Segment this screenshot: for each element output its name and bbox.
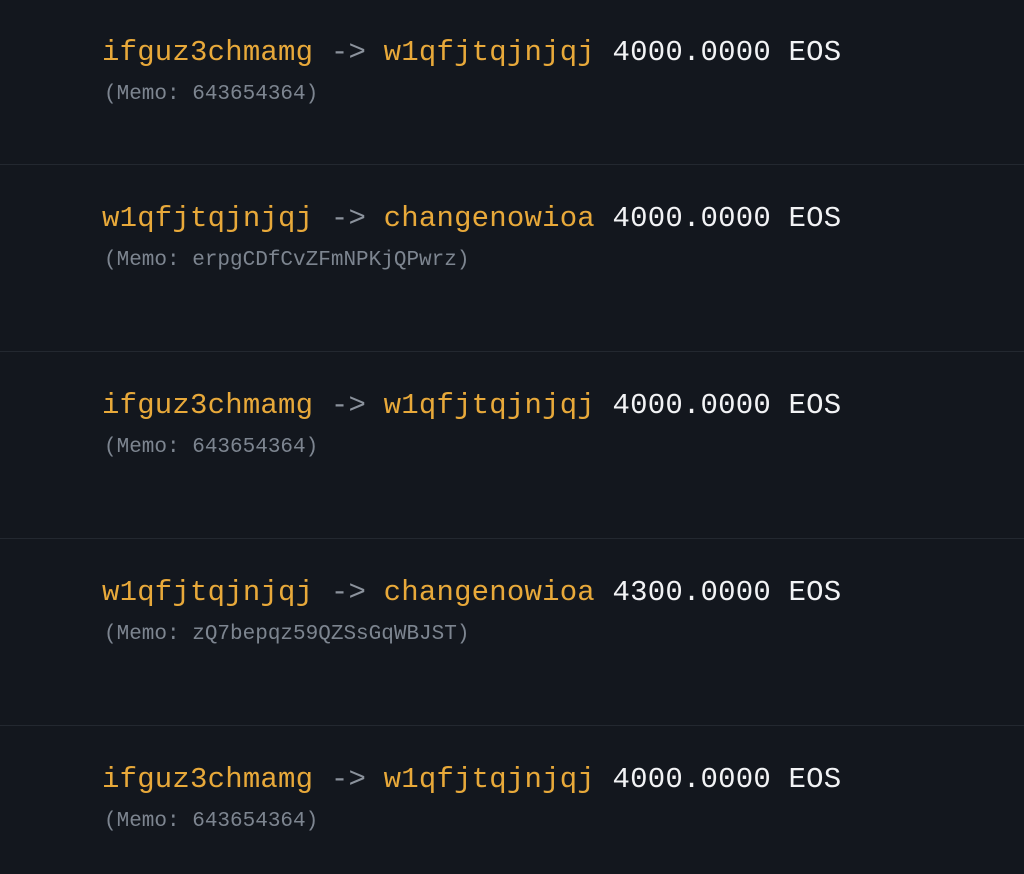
transfer-memo: (Memo: erpgCDfCvZFmNPKjQPwrz) xyxy=(104,249,470,272)
transaction-row: w1qfjtqjnjqj -> changenowioa 4300.0000 E… xyxy=(0,538,1024,724)
transfer-arrow: -> xyxy=(330,389,367,422)
transfer-memo: (Memo: 643654364) xyxy=(104,83,319,106)
sender-account[interactable]: ifguz3chmamg xyxy=(102,389,313,422)
transaction-row: ifguz3chmamg -> w1qfjtqjnjqj 4000.0000 E… xyxy=(0,0,1024,185)
transaction-row: ifguz3chmamg -> w1qfjtqjnjqj 4000.0000 E… xyxy=(0,725,1024,874)
transfer-line: ifguz3chmamg -> w1qfjtqjnjqj 4000.0000 E… xyxy=(102,762,841,798)
transaction-row: w1qfjtqjnjqj -> changenowioa 4000.0000 E… xyxy=(0,164,1024,350)
transaction-list: ifguz3chmamg -> w1qfjtqjnjqj 4000.0000 E… xyxy=(0,0,1024,874)
transfer-memo: (Memo: zQ7bepqz59QZSsGqWBJST) xyxy=(104,623,470,646)
sender-account[interactable]: w1qfjtqjnjqj xyxy=(102,576,313,609)
sender-account[interactable]: ifguz3chmamg xyxy=(102,763,313,796)
transfer-memo: (Memo: 643654364) xyxy=(104,436,319,459)
transfer-line: ifguz3chmamg -> w1qfjtqjnjqj 4000.0000 E… xyxy=(102,388,841,424)
receiver-account[interactable]: w1qfjtqjnjqj xyxy=(384,36,595,69)
sender-account[interactable]: ifguz3chmamg xyxy=(102,36,313,69)
transaction-row: ifguz3chmamg -> w1qfjtqjnjqj 4000.0000 E… xyxy=(0,351,1024,537)
receiver-account[interactable]: changenowioa xyxy=(384,576,595,609)
receiver-account[interactable]: w1qfjtqjnjqj xyxy=(384,763,595,796)
transfer-amount: 4000.0000 EOS xyxy=(612,36,842,69)
transfer-line: w1qfjtqjnjqj -> changenowioa 4000.0000 E… xyxy=(102,201,841,237)
transfer-amount: 4000.0000 EOS xyxy=(612,202,842,235)
transfer-amount: 4000.0000 EOS xyxy=(612,763,842,796)
transfer-line: ifguz3chmamg -> w1qfjtqjnjqj 4000.0000 E… xyxy=(102,35,841,71)
sender-account[interactable]: w1qfjtqjnjqj xyxy=(102,202,313,235)
receiver-account[interactable]: w1qfjtqjnjqj xyxy=(384,389,595,422)
transfer-line: w1qfjtqjnjqj -> changenowioa 4300.0000 E… xyxy=(102,575,841,611)
transfer-arrow: -> xyxy=(330,202,367,235)
transfer-amount: 4300.0000 EOS xyxy=(612,576,842,609)
receiver-account[interactable]: changenowioa xyxy=(384,202,595,235)
transfer-arrow: -> xyxy=(330,576,367,609)
transfer-arrow: -> xyxy=(330,36,367,69)
transfer-arrow: -> xyxy=(330,763,367,796)
transfer-memo: (Memo: 643654364) xyxy=(104,810,319,833)
transfer-amount: 4000.0000 EOS xyxy=(612,389,842,422)
